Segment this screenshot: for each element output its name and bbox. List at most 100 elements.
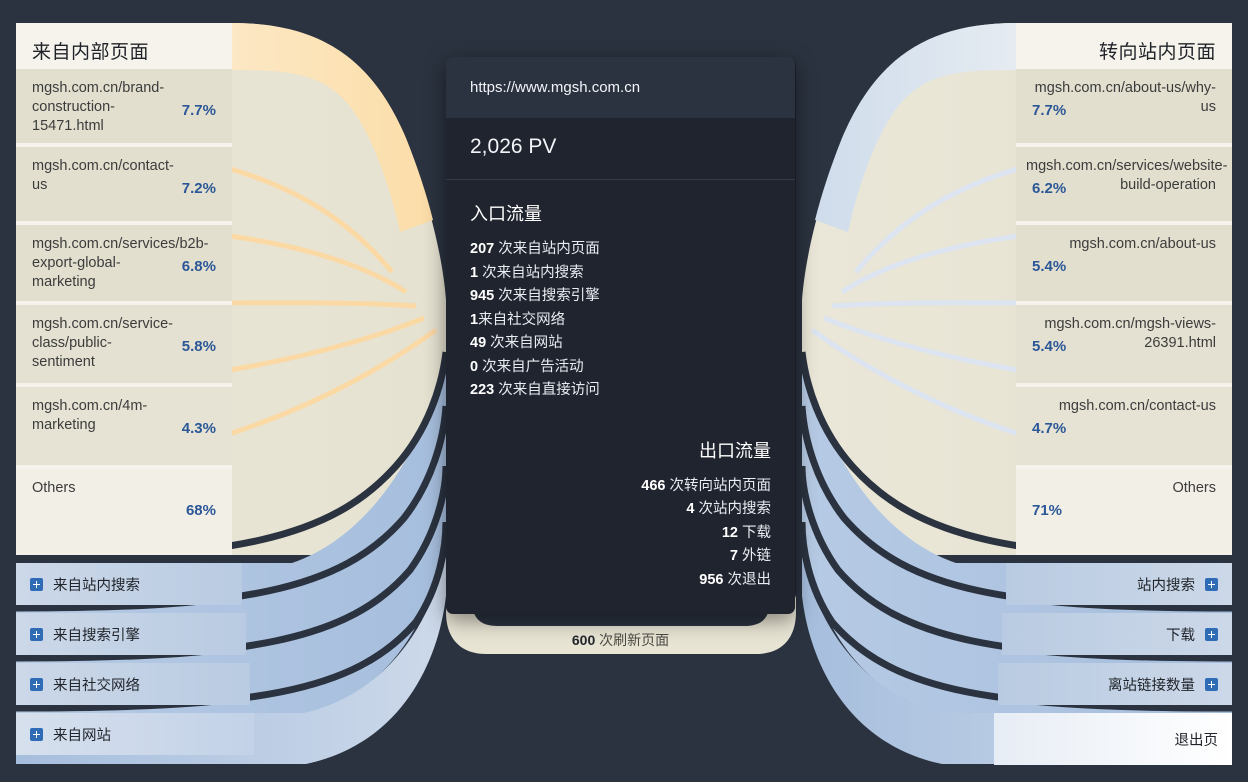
left-group-label: 来自搜索引擎 [53, 627, 140, 644]
plus-icon[interactable] [30, 677, 43, 691]
right-node-pct: 7.7% [1032, 102, 1067, 119]
right-group-inner-search[interactable]: 站内搜索 [1006, 563, 1232, 605]
left-group-websites[interactable]: 来自网站 [16, 713, 254, 755]
value: 1 [470, 264, 479, 281]
value: 956 [699, 571, 724, 588]
plus-icon[interactable] [1205, 677, 1218, 691]
left-node-3[interactable]: mgsh.com.cn/service-class/public-sentime… [16, 305, 232, 383]
right-node-label: mgsh.com.cn/contact-us [1058, 398, 1216, 414]
right-node-3[interactable]: mgsh.com.cn/mgsh-views-26391.html 5.4% [1016, 305, 1232, 383]
left-node-label: mgsh.com.cn/services/b2b-export-global-m… [32, 236, 209, 290]
value: 466 [641, 477, 666, 494]
right-group-label: 站内搜索 [1137, 577, 1195, 594]
flow-tooltip: https://www.mgsh.com.cn 2,026 PV 入口流量 20… [446, 57, 795, 614]
label: 外链 [742, 548, 771, 564]
tooltip-inbound-row: 207 次来自站内页面 [470, 238, 771, 262]
right-group-label: 下载 [1166, 627, 1195, 644]
left-node-label: Others [32, 480, 76, 496]
right-group-outbound-links[interactable]: 离站链接数量 [998, 663, 1232, 705]
left-node-label: mgsh.com.cn/4m-marketing [32, 398, 148, 433]
tooltip-outbound-row: 4 次站内搜索 [470, 498, 771, 522]
left-group-label: 来自网站 [53, 727, 111, 744]
right-node-others[interactable]: Others 71% [1016, 469, 1232, 555]
tooltip-inbound-row: 1来自社交网络 [470, 309, 771, 333]
value: 7 [729, 548, 738, 564]
left-node-pct: 7.7% [181, 102, 216, 119]
tooltip-outbound-row: 12 下载 [470, 522, 771, 546]
left-node-label: mgsh.com.cn/brand-construction-15471.htm… [32, 80, 165, 134]
right-panel-title: 转向站内页面 [1098, 42, 1216, 63]
tooltip-inbound-title: 入口流量 [470, 204, 542, 224]
tooltip-inbound-section: 入口流量 207 次来自站内页面 1 次来自站内搜索 945 次来自搜索引擎 1… [446, 180, 795, 409]
tooltip-url: https://www.mgsh.com.cn [446, 57, 795, 118]
tooltip-inbound-row: 49 次来自网站 [470, 332, 771, 356]
refresh-value: 600 [571, 632, 596, 648]
right-node-pct: 6.2% [1032, 180, 1067, 197]
value: 49 [470, 335, 487, 351]
plus-icon[interactable] [30, 627, 43, 641]
left-node-label: mgsh.com.cn/service-class/public-sentime… [32, 316, 174, 370]
value: 223 [470, 382, 495, 398]
right-group-label: 退出页 [1174, 732, 1219, 749]
right-node-label: mgsh.com.cn/about-us [1069, 236, 1216, 252]
left-node-2[interactable]: mgsh.com.cn/services/b2b-export-global-m… [16, 225, 232, 301]
left-group-search-engine[interactable]: 来自搜索引擎 [16, 613, 246, 655]
label: 次站内搜索 [698, 501, 772, 517]
users-flow-canvas: 来自内部页面 mgsh.com.cn/brand-construction-15… [0, 0, 1248, 782]
left-node-pct: 68% [185, 502, 216, 519]
right-node-2[interactable]: mgsh.com.cn/about-us 5.4% [1016, 225, 1232, 301]
left-node-pct: 5.8% [181, 338, 216, 355]
label: 次来自站内搜索 [482, 264, 584, 281]
tooltip-inbound-row: 945 次来自搜索引擎 [470, 285, 771, 309]
tooltip-inbound-row: 223 次来自直接访问 [470, 379, 771, 403]
value: 945 [470, 288, 495, 304]
left-node-pct: 6.8% [181, 258, 216, 275]
left-node-label: mgsh.com.cn/contact-us [32, 158, 174, 193]
value: 207 [470, 241, 495, 257]
left-node-0[interactable]: mgsh.com.cn/brand-construction-15471.htm… [16, 69, 232, 143]
label: 次来自直接访问 [498, 382, 600, 398]
tooltip-outbound-section: 出口流量 466 次转向站内页面 4 次站内搜索 12 下载 7 外链 956 … [446, 409, 795, 615]
right-node-0[interactable]: mgsh.com.cn/about-us/why-us 7.7% [1016, 69, 1232, 143]
right-node-pct: 4.7% [1032, 420, 1067, 437]
left-group-social[interactable]: 来自社交网络 [16, 663, 250, 705]
value: 0 [470, 358, 479, 375]
label: 来自社交网络 [478, 311, 566, 328]
left-panel-title: 来自内部页面 [32, 42, 150, 63]
label: 次来自搜索引擎 [498, 288, 600, 304]
plus-icon[interactable] [30, 577, 43, 591]
tooltip-outbound-title: 出口流量 [699, 440, 771, 461]
right-node-1[interactable]: mgsh.com.cn/services/website-build-opera… [1016, 147, 1232, 221]
right-group-exit-page[interactable]: 退出页 [994, 713, 1232, 765]
label: 次退出 [727, 571, 772, 588]
plus-icon[interactable] [1205, 627, 1218, 641]
plus-icon[interactable] [1205, 577, 1218, 591]
value: 1 [470, 311, 479, 328]
right-node-pct: 5.4% [1032, 338, 1067, 355]
label: 次来自广告活动 [482, 358, 584, 375]
left-node-pct: 4.3% [181, 420, 216, 437]
left-node-others[interactable]: Others 68% [16, 469, 232, 555]
label: 次来自网站 [490, 335, 563, 351]
right-group-label: 离站链接数量 [1108, 677, 1195, 694]
plus-icon[interactable] [30, 727, 43, 741]
label: 次转向站内页面 [669, 477, 772, 494]
left-group-label: 来自社交网络 [53, 677, 140, 694]
right-node-4[interactable]: mgsh.com.cn/contact-us 4.7% [1016, 387, 1232, 465]
left-node-1[interactable]: mgsh.com.cn/contact-us 7.2% [16, 147, 232, 221]
left-node-4[interactable]: mgsh.com.cn/4m-marketing 4.3% [16, 387, 232, 465]
tooltip-pageviews: 2,026 PV [446, 118, 795, 180]
label: 下载 [742, 524, 771, 541]
right-node-pct: 71% [1032, 502, 1063, 519]
value: 4 [686, 501, 695, 517]
tooltip-inbound-row: 1 次来自站内搜索 [470, 262, 771, 286]
tooltip-outbound-row: 466 次转向站内页面 [470, 475, 771, 499]
tooltip-inbound-row: 0 次来自广告活动 [470, 356, 771, 380]
refresh-text: 次刷新页面 [599, 632, 670, 648]
refresh-count-label: 600 次刷新页面 [446, 630, 795, 650]
left-node-pct: 7.2% [181, 180, 216, 197]
right-group-download[interactable]: 下载 [1002, 613, 1232, 655]
right-node-label: Others [1172, 480, 1216, 496]
left-group-inner-search[interactable]: 来自站内搜索 [16, 563, 242, 605]
left-group-label: 来自站内搜索 [53, 577, 140, 594]
